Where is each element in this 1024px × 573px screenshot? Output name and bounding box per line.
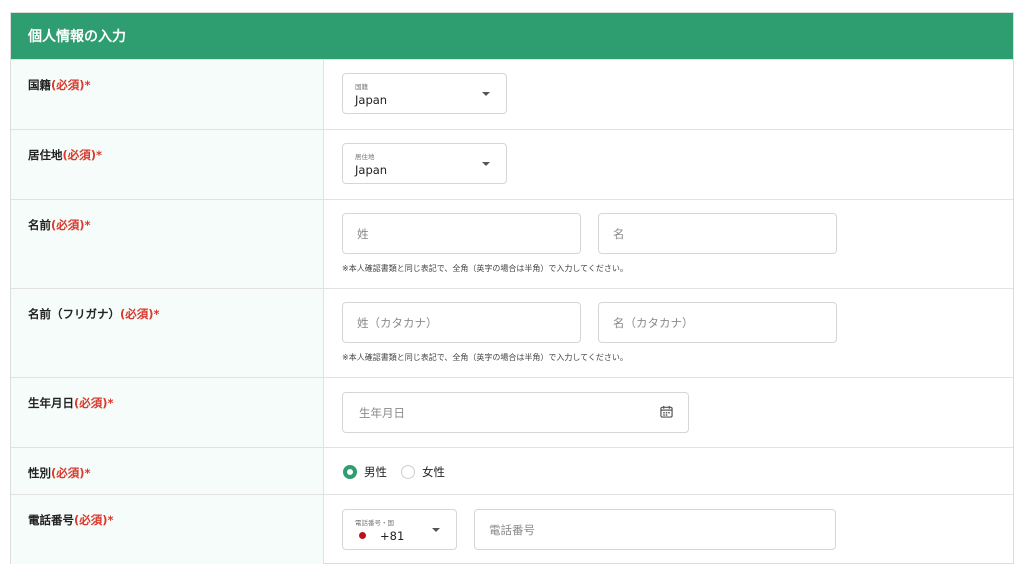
field-cell-gender: 男性 女性 (324, 448, 1013, 494)
first-name-kana-input[interactable] (598, 302, 837, 343)
form-title: 個人情報の入力 (28, 29, 126, 45)
gender-option-female[interactable]: 女性 (401, 464, 445, 480)
required-mark: (必須)* (51, 78, 91, 92)
calendar-icon[interactable] (660, 405, 673, 418)
label-residence: 居住地(必須)* (11, 130, 324, 199)
select-value: Japan (355, 93, 388, 107)
japan-flag-icon (359, 532, 366, 539)
select-small-label: 居住地 (355, 153, 375, 161)
name-note: ※本人確認書類と同じ表記で、全角（英字の場合は半角）で入力してください。 (342, 264, 628, 273)
select-value: +81 (380, 529, 405, 543)
gender-radio-group: 男性 女性 (343, 464, 459, 480)
nationality-select[interactable]: 国籍 Japan (342, 73, 507, 114)
phone-country-code-select[interactable]: 電話番号・国 +81 (342, 509, 457, 550)
row-name: 名前(必須)* ※本人確認書類と同じ表記で、全角（英字の場合は半角）で入力してく… (11, 199, 1013, 288)
phone-number-input[interactable] (474, 509, 836, 550)
label-name: 名前(必須)* (11, 200, 324, 288)
required-mark: (必須)* (62, 148, 103, 162)
required-mark: (必須)* (120, 307, 160, 321)
label-text: 生年月日 (28, 396, 74, 410)
label-nationality: 国籍(必須)* (11, 60, 324, 129)
row-name-kana: 名前（フリガナ）(必須)* ※本人確認書類と同じ表記で、全角（英字の場合は半角）… (11, 288, 1013, 377)
caret-down-icon (482, 162, 490, 166)
row-nationality: 国籍(必須)* 国籍 Japan (11, 59, 1013, 129)
caret-down-icon (432, 528, 440, 532)
select-small-label: 国籍 (355, 83, 368, 91)
label-text: 名前（フリガナ） (28, 307, 120, 321)
row-gender: 性別(必須)* 男性 女性 (11, 447, 1013, 494)
field-cell-nationality: 国籍 Japan (324, 60, 1013, 129)
field-cell-residence: 居住地 Japan (324, 130, 1013, 199)
row-birthdate: 生年月日(必須)* (11, 377, 1013, 447)
field-cell-name: ※本人確認書類と同じ表記で、全角（英字の場合は半角）で入力してください。 (324, 200, 1013, 288)
residence-select[interactable]: 居住地 Japan (342, 143, 507, 184)
label-text: 名前 (28, 218, 51, 232)
required-mark: (必須)* (74, 396, 114, 410)
required-mark: (必須)* (74, 513, 114, 527)
name-kana-note: ※本人確認書類と同じ表記で、全角（英字の場合は半角）で入力してください。 (342, 353, 628, 362)
row-phone: 電話番号(必須)* 電話番号・国 +81 (11, 494, 1013, 564)
label-name-kana: 名前（フリガナ）(必須)* (11, 289, 324, 377)
birthdate-field (342, 392, 689, 433)
label-birthdate: 生年月日(必須)* (11, 378, 324, 447)
label-text: 居住地 (28, 148, 63, 162)
field-cell-birthdate (324, 378, 1013, 447)
caret-down-icon (482, 92, 490, 96)
gender-option-male[interactable]: 男性 (343, 464, 387, 480)
label-text: 国籍 (28, 78, 51, 92)
first-name-input[interactable] (598, 213, 837, 254)
last-name-kana-input[interactable] (342, 302, 581, 343)
personal-info-form: 個人情報の入力 国籍(必須)* 国籍 Japan 居住地(必須)* 居住地 Ja… (10, 12, 1014, 564)
select-small-label: 電話番号・国 (355, 519, 394, 527)
field-cell-name-kana: ※本人確認書類と同じ表記で、全角（英字の場合は半角）で入力してください。 (324, 289, 1013, 377)
radio-unchecked-icon (401, 465, 415, 479)
radio-label: 女性 (422, 465, 445, 479)
row-residence: 居住地(必須)* 居住地 Japan (11, 129, 1013, 199)
required-mark: (必須)* (51, 466, 91, 480)
label-text: 性別 (28, 466, 51, 480)
required-mark: (必須)* (51, 218, 91, 232)
form-header: 個人情報の入力 (11, 13, 1013, 59)
birthdate-input[interactable] (342, 392, 689, 433)
field-cell-phone: 電話番号・国 +81 (324, 495, 1013, 564)
select-value: Japan (355, 163, 388, 177)
label-text: 電話番号 (28, 513, 74, 527)
radio-label: 男性 (364, 465, 387, 479)
radio-checked-icon (343, 465, 357, 479)
last-name-input[interactable] (342, 213, 581, 254)
label-gender: 性別(必須)* (11, 448, 324, 494)
label-phone: 電話番号(必須)* (11, 495, 324, 564)
